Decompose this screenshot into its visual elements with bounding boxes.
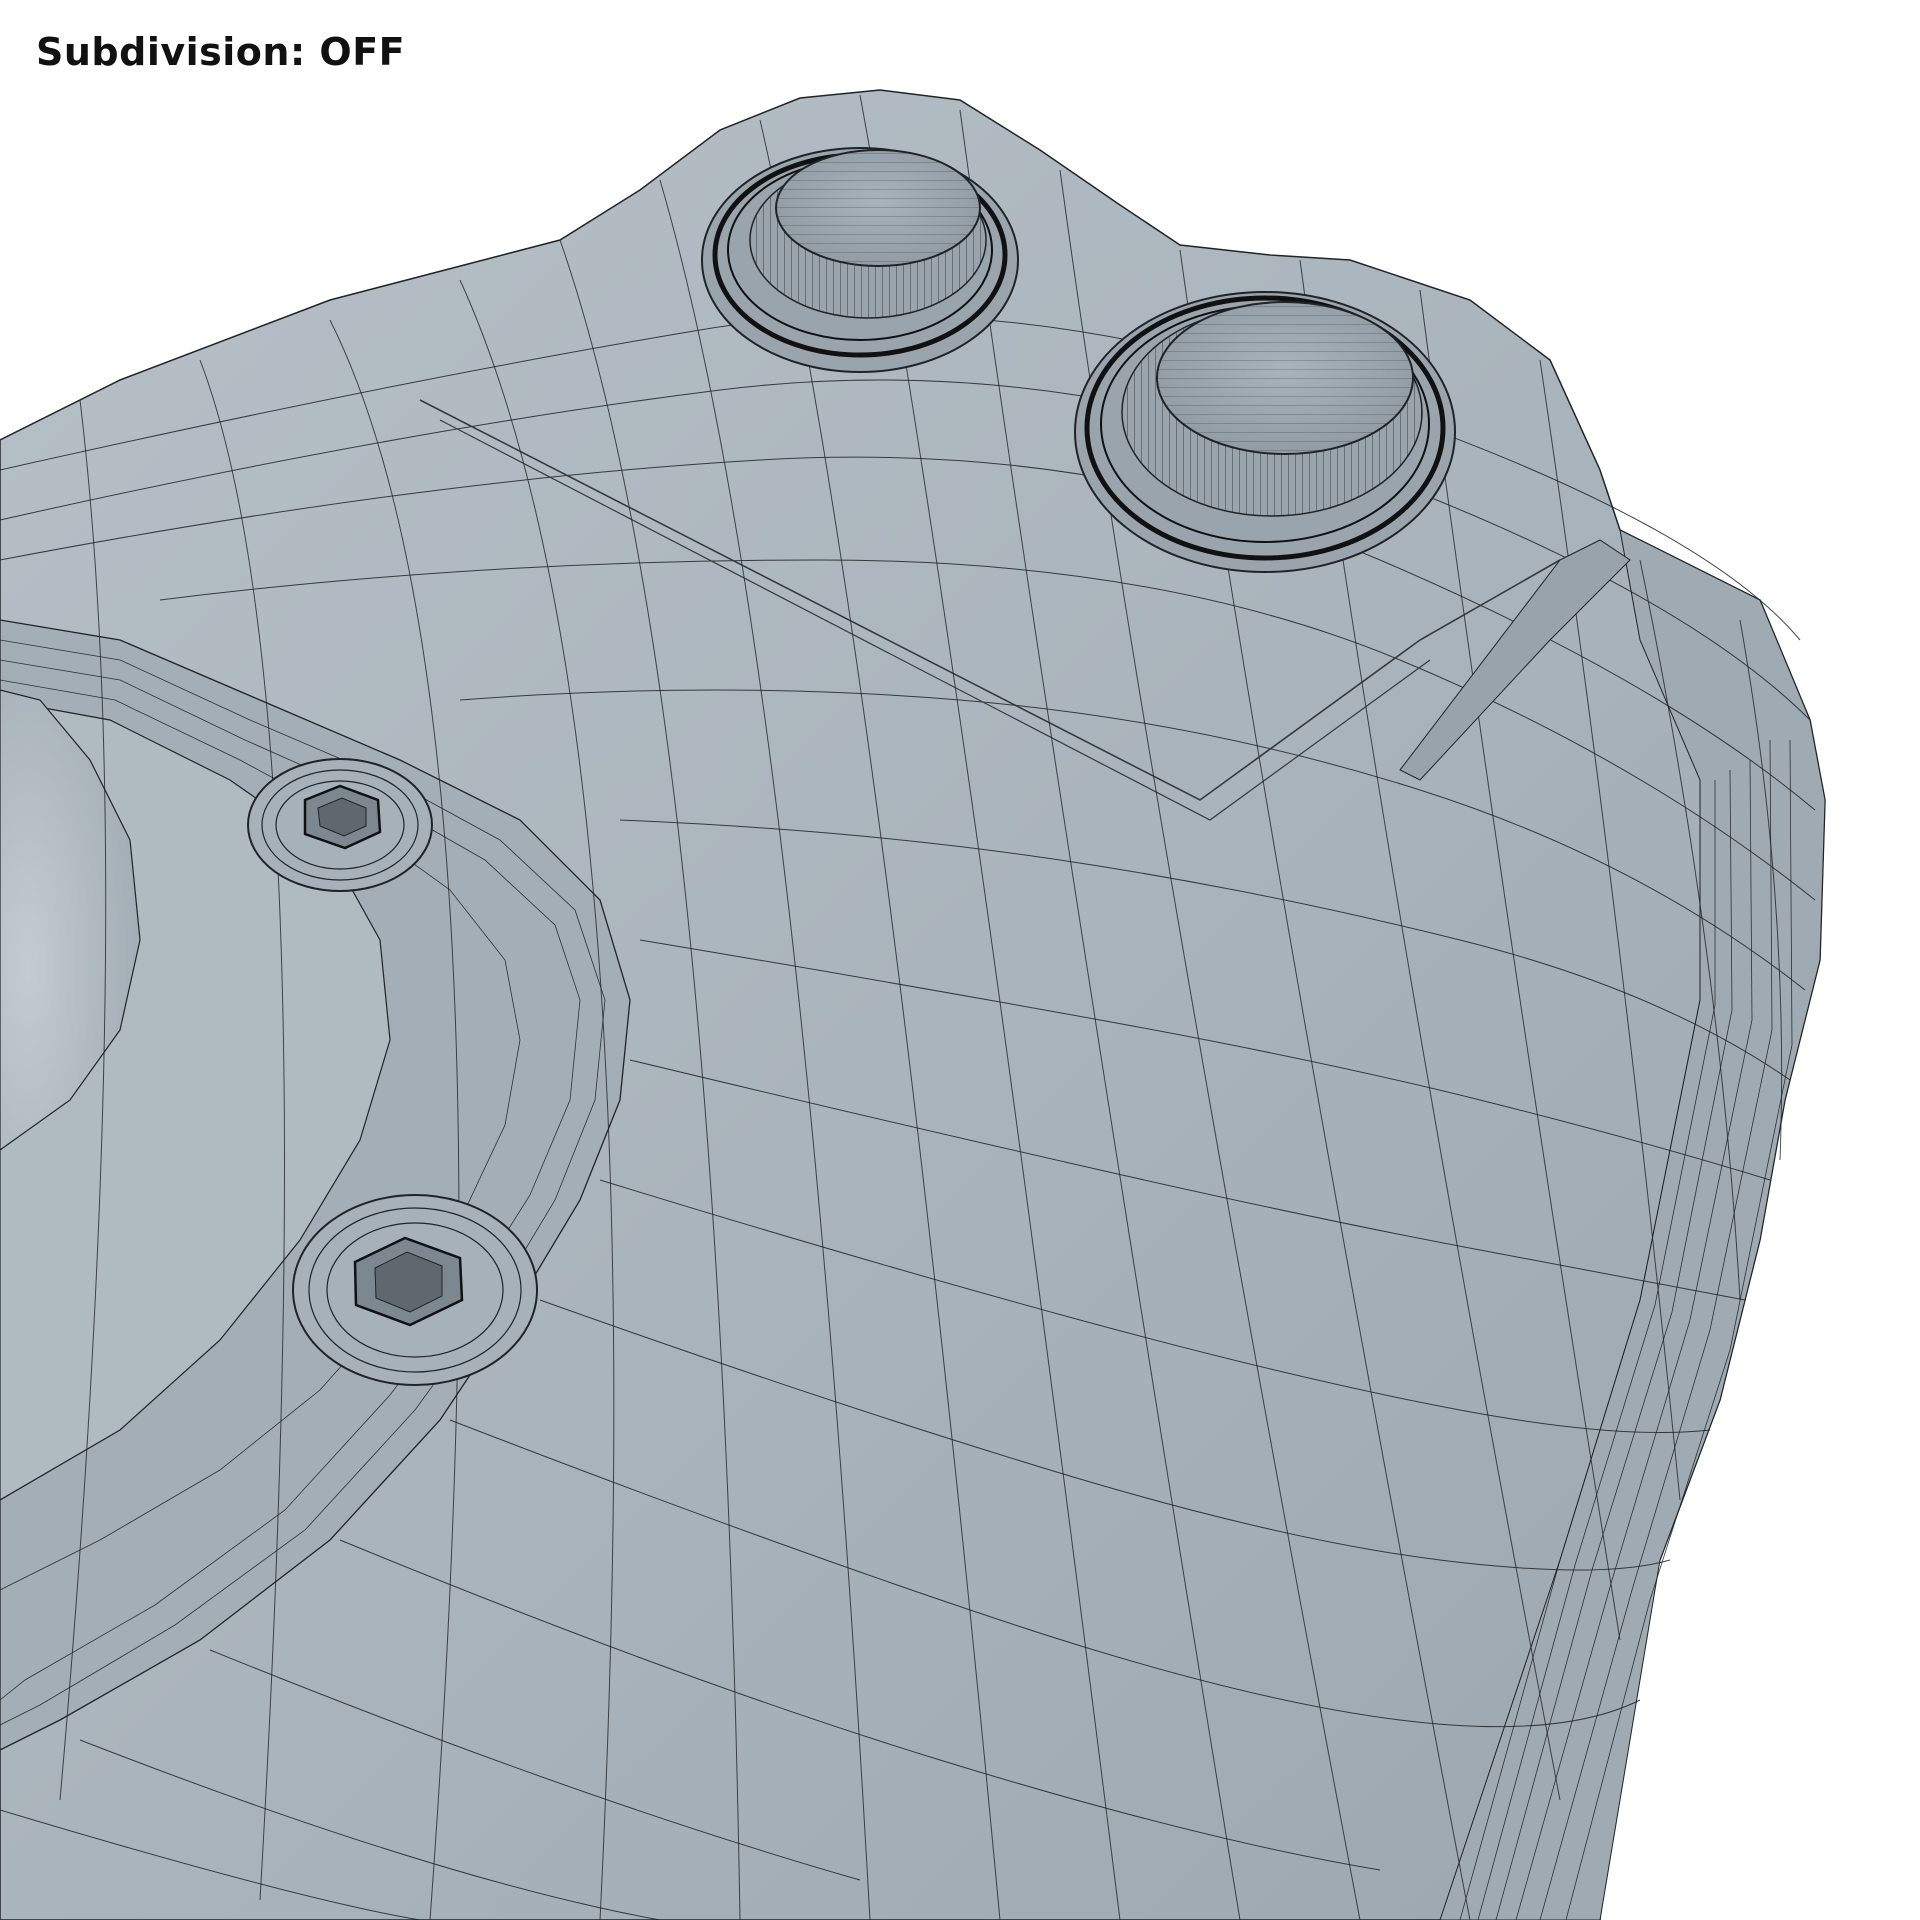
subdivision-status: Subdivision: OFF	[36, 30, 406, 74]
mounting-bolt-icon	[701, 147, 1019, 373]
wireframe-render	[0, 89, 1826, 1920]
hex-socket-screw-icon	[292, 1194, 538, 1386]
subdivision-value: OFF	[319, 30, 406, 74]
hex-socket-screw-icon	[247, 758, 433, 892]
viewport-3d: Subdivision: OFF	[0, 0, 1920, 1920]
mounting-bolt-icon	[1074, 291, 1456, 573]
subdivision-label: Subdivision	[36, 30, 290, 74]
